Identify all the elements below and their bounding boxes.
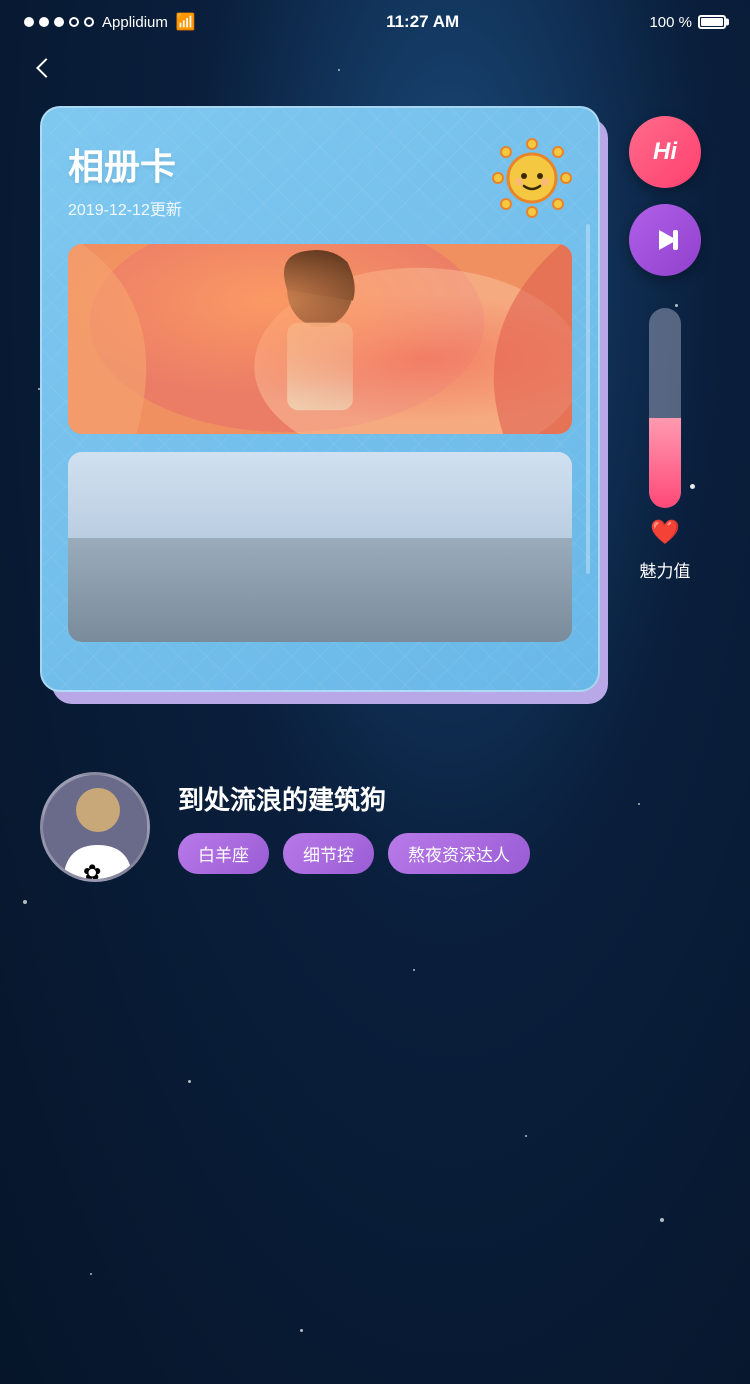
carrier-label: Applidium	[102, 14, 168, 31]
user-avatar: ✿	[40, 772, 150, 882]
tag-night[interactable]: 熬夜资深达人	[388, 833, 530, 874]
main-content: 相册卡 2019-12-12更新	[0, 86, 750, 692]
tag-zodiac[interactable]: 白羊座	[178, 833, 269, 874]
signal-dot-2	[39, 17, 49, 27]
signal-dot-3	[54, 17, 64, 27]
wifi-icon: 📶	[176, 12, 196, 32]
signal-dots	[24, 17, 94, 27]
user-info: 到处流浪的建筑狗 白羊座 细节控 熬夜资深达人	[178, 780, 710, 874]
card-stack: 相册卡 2019-12-12更新	[40, 106, 600, 692]
status-left: Applidium 📶	[24, 12, 196, 32]
card-header: 相册卡 2019-12-12更新	[68, 138, 572, 220]
card-title-block: 相册卡 2019-12-12更新	[68, 138, 182, 220]
charm-label: 魅力值	[640, 557, 691, 582]
sun-icon	[492, 138, 572, 218]
back-button[interactable]	[28, 50, 64, 86]
avatar-svg: ✿	[43, 775, 150, 882]
battery-fill	[701, 18, 723, 26]
signal-dot-5	[84, 17, 94, 27]
card-date: 2019-12-12更新	[68, 196, 182, 220]
right-sidebar: Hi ❤️ 魅力值	[620, 106, 710, 582]
hi-label: Hi	[653, 138, 677, 166]
svg-text:✿: ✿	[83, 860, 101, 882]
card-scrollbar[interactable]	[586, 224, 590, 573]
photo-2-sky	[68, 452, 572, 547]
signal-dot-1	[24, 17, 34, 27]
user-name: 到处流浪的建筑狗	[178, 780, 710, 817]
photo-1	[68, 244, 572, 434]
status-right: 100 %	[649, 14, 726, 31]
battery-icon	[698, 15, 726, 29]
card-title: 相册卡	[68, 138, 182, 190]
tag-detail[interactable]: 细节控	[283, 833, 374, 874]
battery-percent: 100 %	[649, 14, 692, 31]
signal-dot-4	[69, 17, 79, 27]
status-bar: Applidium 📶 11:27 AM 100 %	[0, 0, 750, 40]
clock: 11:27 AM	[386, 12, 459, 32]
user-section: ✿ 到处流浪的建筑狗 白羊座 细节控 熬夜资深达人	[0, 772, 750, 882]
photo-1-detail	[68, 244, 572, 434]
sun-svg	[492, 138, 572, 218]
meter-track	[649, 308, 681, 508]
photo-2: 厦 门	[68, 452, 572, 642]
charm-heart-icon: ❤️	[650, 518, 680, 547]
album-card[interactable]: 相册卡 2019-12-12更新	[40, 106, 600, 692]
hi-button[interactable]: Hi	[629, 116, 701, 188]
photo-2-ground	[68, 538, 572, 643]
play-button[interactable]	[629, 204, 701, 276]
user-tags: 白羊座 细节控 熬夜资深达人	[178, 833, 710, 874]
meter-fill	[649, 418, 681, 508]
back-chevron-icon	[36, 58, 56, 78]
play-icon	[649, 224, 681, 256]
charm-meter: ❤️ 魅力值	[640, 308, 691, 582]
